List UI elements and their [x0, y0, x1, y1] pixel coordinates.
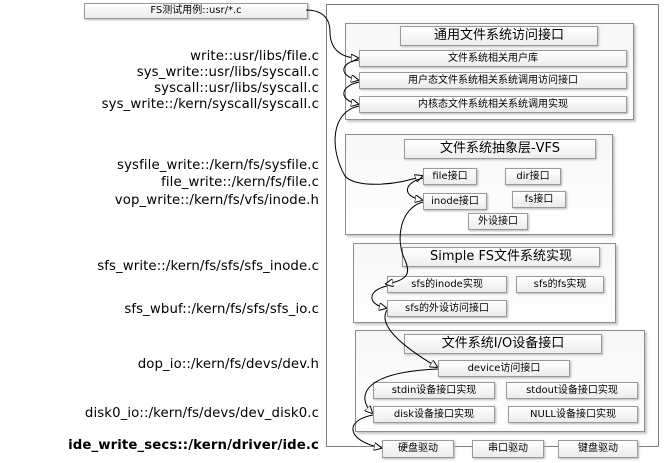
arrow-sfs-device-to-io — [384, 309, 437, 367]
arrow-device-to-disk — [365, 368, 439, 413]
arrow-kernel-to-file — [334, 105, 422, 185]
arrow-sfs-inode-to-device — [371, 285, 387, 308]
arrow-syscall-to-kernel — [343, 81, 359, 104]
call-flow-connectors — [305, 9, 665, 463]
arrow-inode-to-sfs-inode — [386, 201, 424, 284]
arrow-userlib-to-syscall — [343, 59, 359, 80]
arrow-testcase-to-userlib — [305, 9, 358, 58]
arrow-file-to-inode — [407, 177, 423, 200]
arrow-disk-to-driver — [352, 414, 381, 448]
